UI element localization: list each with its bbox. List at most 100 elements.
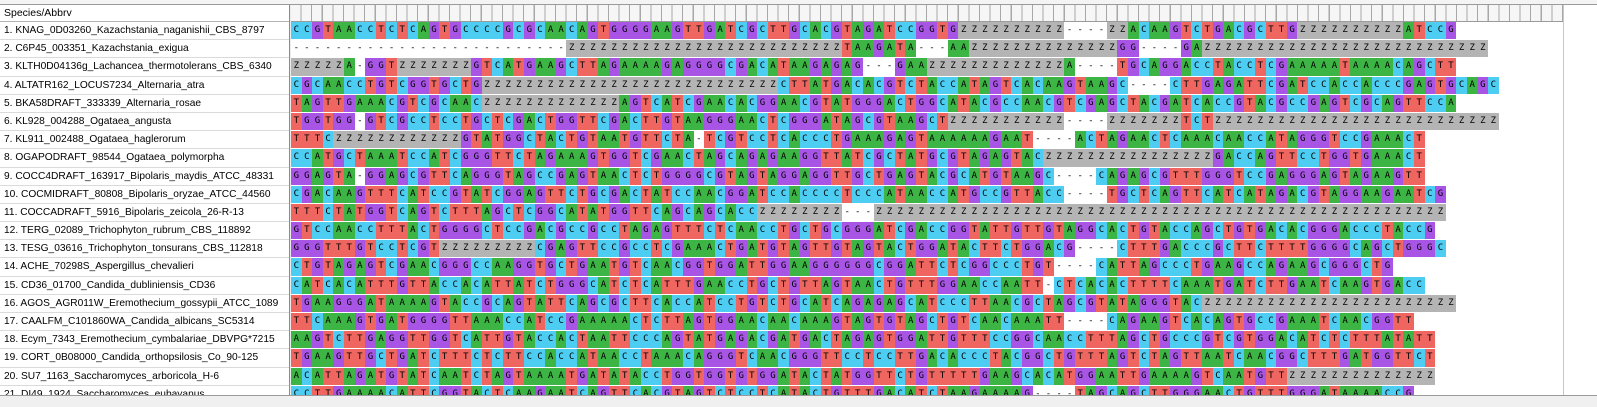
residue-cell[interactable]: A: [555, 367, 567, 385]
residue-cell[interactable]: Z: [1350, 367, 1361, 385]
residue-cell[interactable]: A: [1371, 131, 1383, 149]
residue-cell[interactable]: Z: [1149, 203, 1160, 222]
residue-cell[interactable]: C: [969, 349, 980, 367]
residue-cell[interactable]: A: [704, 94, 715, 112]
residue-cell[interactable]: A: [343, 385, 355, 395]
residue-cell[interactable]: A: [322, 349, 334, 367]
residue-cell[interactable]: C: [1170, 258, 1181, 276]
residue-cell[interactable]: A: [407, 349, 419, 367]
residue-cell[interactable]: A: [1233, 276, 1245, 294]
residue-cell[interactable]: G: [937, 276, 948, 294]
residue-cell[interactable]: Z: [651, 40, 662, 58]
residue-cell[interactable]: Z: [979, 112, 991, 131]
residue-cell[interactable]: T: [926, 331, 938, 349]
residue-cell[interactable]: A: [1021, 313, 1033, 331]
residue-cell[interactable]: C: [1170, 76, 1181, 94]
residue-cell[interactable]: A: [343, 185, 355, 203]
residue-cell[interactable]: G: [1202, 331, 1213, 349]
residue-cell[interactable]: -: [301, 40, 313, 58]
residue-cell[interactable]: Z: [958, 203, 969, 222]
residue-cell[interactable]: Z: [1170, 149, 1181, 167]
residue-cell[interactable]: T: [894, 349, 906, 367]
residue-cell[interactable]: C: [449, 112, 461, 131]
residue-cell[interactable]: A: [1149, 367, 1160, 385]
residue-cell[interactable]: T: [1043, 258, 1054, 276]
residue-cell[interactable]: C: [979, 94, 991, 112]
residue-cell[interactable]: T: [460, 203, 472, 222]
residue-cell[interactable]: A: [1159, 367, 1171, 385]
residue-cell[interactable]: T: [704, 131, 715, 149]
residue-cell[interactable]: T: [1000, 76, 1012, 94]
residue-cell[interactable]: G: [810, 112, 821, 131]
species-name-row[interactable]: 8. OGAPODRAFT_98544_Ogataea_polymorpha: [0, 149, 289, 168]
residue-cell[interactable]: A: [481, 313, 493, 331]
residue-cell[interactable]: A: [778, 331, 789, 349]
residue-cell[interactable]: T: [1011, 149, 1022, 167]
residue-cell[interactable]: T: [1202, 22, 1213, 40]
residue-cell[interactable]: A: [407, 367, 419, 385]
residue-cell[interactable]: T: [1085, 331, 1097, 349]
residue-cell[interactable]: C: [291, 22, 302, 40]
residue-cell[interactable]: T: [396, 222, 408, 240]
residue-cell[interactable]: T: [291, 94, 302, 112]
residue-cell[interactable]: C: [481, 222, 493, 240]
residue-cell[interactable]: T: [333, 167, 344, 185]
residue-cell[interactable]: -: [863, 203, 874, 222]
residue-cell[interactable]: Z: [481, 94, 493, 112]
residue-cell[interactable]: T: [831, 131, 842, 149]
residue-cell[interactable]: T: [1159, 131, 1171, 149]
residue-cell[interactable]: C: [1265, 76, 1277, 94]
residue-cell[interactable]: Z: [937, 203, 948, 222]
residue-cell[interactable]: A: [439, 367, 450, 385]
residue-cell[interactable]: C: [820, 185, 832, 203]
residue-cell[interactable]: C: [1191, 22, 1203, 40]
residue-cell[interactable]: C: [555, 313, 567, 331]
residue-cell[interactable]: C: [1403, 131, 1414, 149]
residue-cell[interactable]: -: [1170, 40, 1181, 58]
sequence-row[interactable]: ACATTAGATGTATCAATCTAGTAAAATGATATACCTGGTG…: [291, 367, 1563, 386]
residue-cell[interactable]: Z: [513, 94, 525, 112]
residue-cell[interactable]: G: [852, 294, 864, 312]
residue-cell[interactable]: C: [312, 313, 323, 331]
residue-cell[interactable]: A: [291, 331, 302, 349]
residue-cell[interactable]: C: [386, 94, 397, 112]
residue-cell[interactable]: G: [852, 167, 864, 185]
residue-cell[interactable]: C: [1371, 94, 1383, 112]
residue-cell[interactable]: A: [460, 276, 472, 294]
residue-cell[interactable]: C: [1117, 76, 1128, 94]
residue-cell[interactable]: T: [1244, 367, 1256, 385]
residue-cell[interactable]: A: [333, 76, 344, 94]
residue-cell[interactable]: T: [831, 167, 842, 185]
residue-cell[interactable]: A: [661, 258, 673, 276]
residue-cell[interactable]: C: [534, 276, 546, 294]
residue-cell[interactable]: G: [1360, 167, 1372, 185]
residue-cell[interactable]: T: [725, 22, 736, 40]
residue-cell[interactable]: Z: [418, 58, 429, 76]
residue-cell[interactable]: G: [1329, 258, 1340, 276]
residue-cell[interactable]: G: [714, 349, 726, 367]
residue-cell[interactable]: G: [354, 294, 366, 312]
sequence-row[interactable]: CTGTAGAGTCGAACGGGCCAAGGTGCTGAATGTCAACGGT…: [291, 258, 1563, 277]
residue-cell[interactable]: G: [1159, 313, 1171, 331]
residue-cell[interactable]: A: [863, 76, 874, 94]
residue-cell[interactable]: -: [1085, 185, 1097, 203]
residue-cell[interactable]: C: [1329, 313, 1340, 331]
residue-cell[interactable]: G: [598, 385, 609, 395]
residue-cell[interactable]: G: [301, 167, 313, 185]
residue-cell[interactable]: T: [1138, 185, 1150, 203]
residue-cell[interactable]: G: [810, 258, 821, 276]
residue-cell[interactable]: -: [1064, 22, 1075, 40]
residue-cell[interactable]: G: [375, 203, 387, 222]
residue-cell[interactable]: C: [534, 349, 546, 367]
residue-cell[interactable]: A: [407, 222, 419, 240]
residue-cell[interactable]: G: [1223, 313, 1234, 331]
residue-cell[interactable]: T: [1360, 349, 1372, 367]
residue-cell[interactable]: T: [312, 276, 323, 294]
residue-cell[interactable]: A: [619, 185, 630, 203]
residue-cell[interactable]: A: [555, 240, 567, 258]
residue-cell[interactable]: A: [1170, 94, 1181, 112]
residue-cell[interactable]: G: [704, 58, 715, 76]
residue-cell[interactable]: C: [386, 258, 397, 276]
residue-cell[interactable]: T: [333, 94, 344, 112]
residue-cell[interactable]: T: [418, 276, 429, 294]
